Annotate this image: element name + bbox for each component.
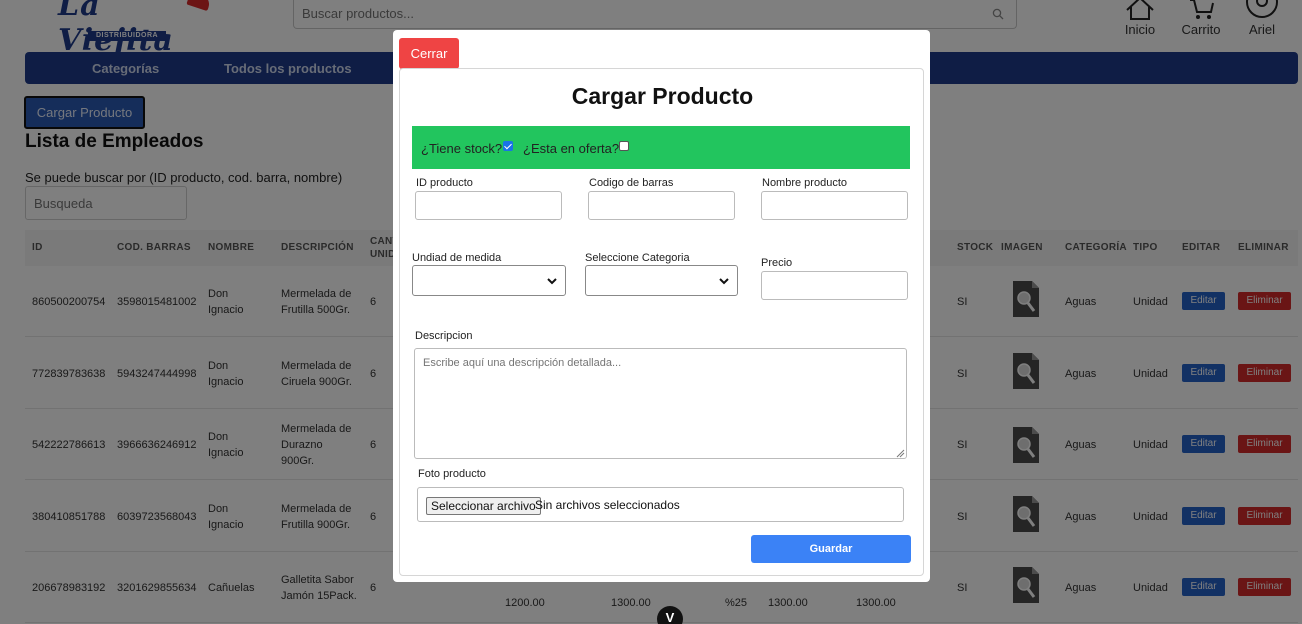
tiene-stock-label: ¿Tiene stock?: [421, 141, 503, 156]
foto-producto-input[interactable]: Seleccionar archivo Sin archivos selecci…: [417, 487, 904, 522]
guardar-button[interactable]: Guardar: [751, 535, 911, 563]
resize-grip-icon[interactable]: [896, 449, 905, 458]
file-status: Sin archivos seleccionados: [535, 498, 680, 512]
nombre-producto-label: Nombre producto: [762, 177, 847, 189]
select-file-button[interactable]: Seleccionar archivo: [426, 497, 541, 515]
tiene-stock-checkbox[interactable]: [503, 141, 513, 151]
flags-bar: ¿Tiene stock? ¿Esta en oferta?: [412, 126, 910, 169]
nombre-producto-input[interactable]: [761, 191, 908, 220]
chevron-down-icon: [547, 278, 557, 285]
close-button[interactable]: Cerrar: [399, 38, 459, 69]
descripcion-textarea[interactable]: [414, 348, 907, 459]
cargar-producto-modal: Cerrar Cargar Producto ¿Tiene stock? ¿Es…: [393, 30, 930, 582]
unidad-medida-label: Undiad de medida: [412, 252, 502, 264]
foto-producto-label: Foto producto: [418, 468, 486, 480]
precio-label: Precio: [761, 257, 793, 269]
codigo-barras-input[interactable]: [588, 191, 735, 220]
categoria-select[interactable]: [585, 265, 738, 296]
chevron-down-icon: [719, 278, 729, 285]
descripcion-label: Descripcion: [415, 330, 473, 342]
codigo-barras-label: Codigo de barras: [589, 177, 674, 189]
categoria-label: Seleccione Categoria: [585, 252, 690, 264]
oferta-label: ¿Esta en oferta?: [523, 141, 620, 156]
modal-title: Cargar Producto: [571, 83, 754, 109]
oferta-checkbox[interactable]: [619, 141, 629, 151]
unidad-medida-select[interactable]: [412, 265, 566, 296]
id-producto-input[interactable]: [415, 191, 562, 220]
id-producto-label: ID producto: [416, 177, 473, 189]
product-form: Cargar Producto ¿Tiene stock? ¿Esta en o…: [399, 68, 924, 576]
precio-input[interactable]: [761, 271, 908, 300]
